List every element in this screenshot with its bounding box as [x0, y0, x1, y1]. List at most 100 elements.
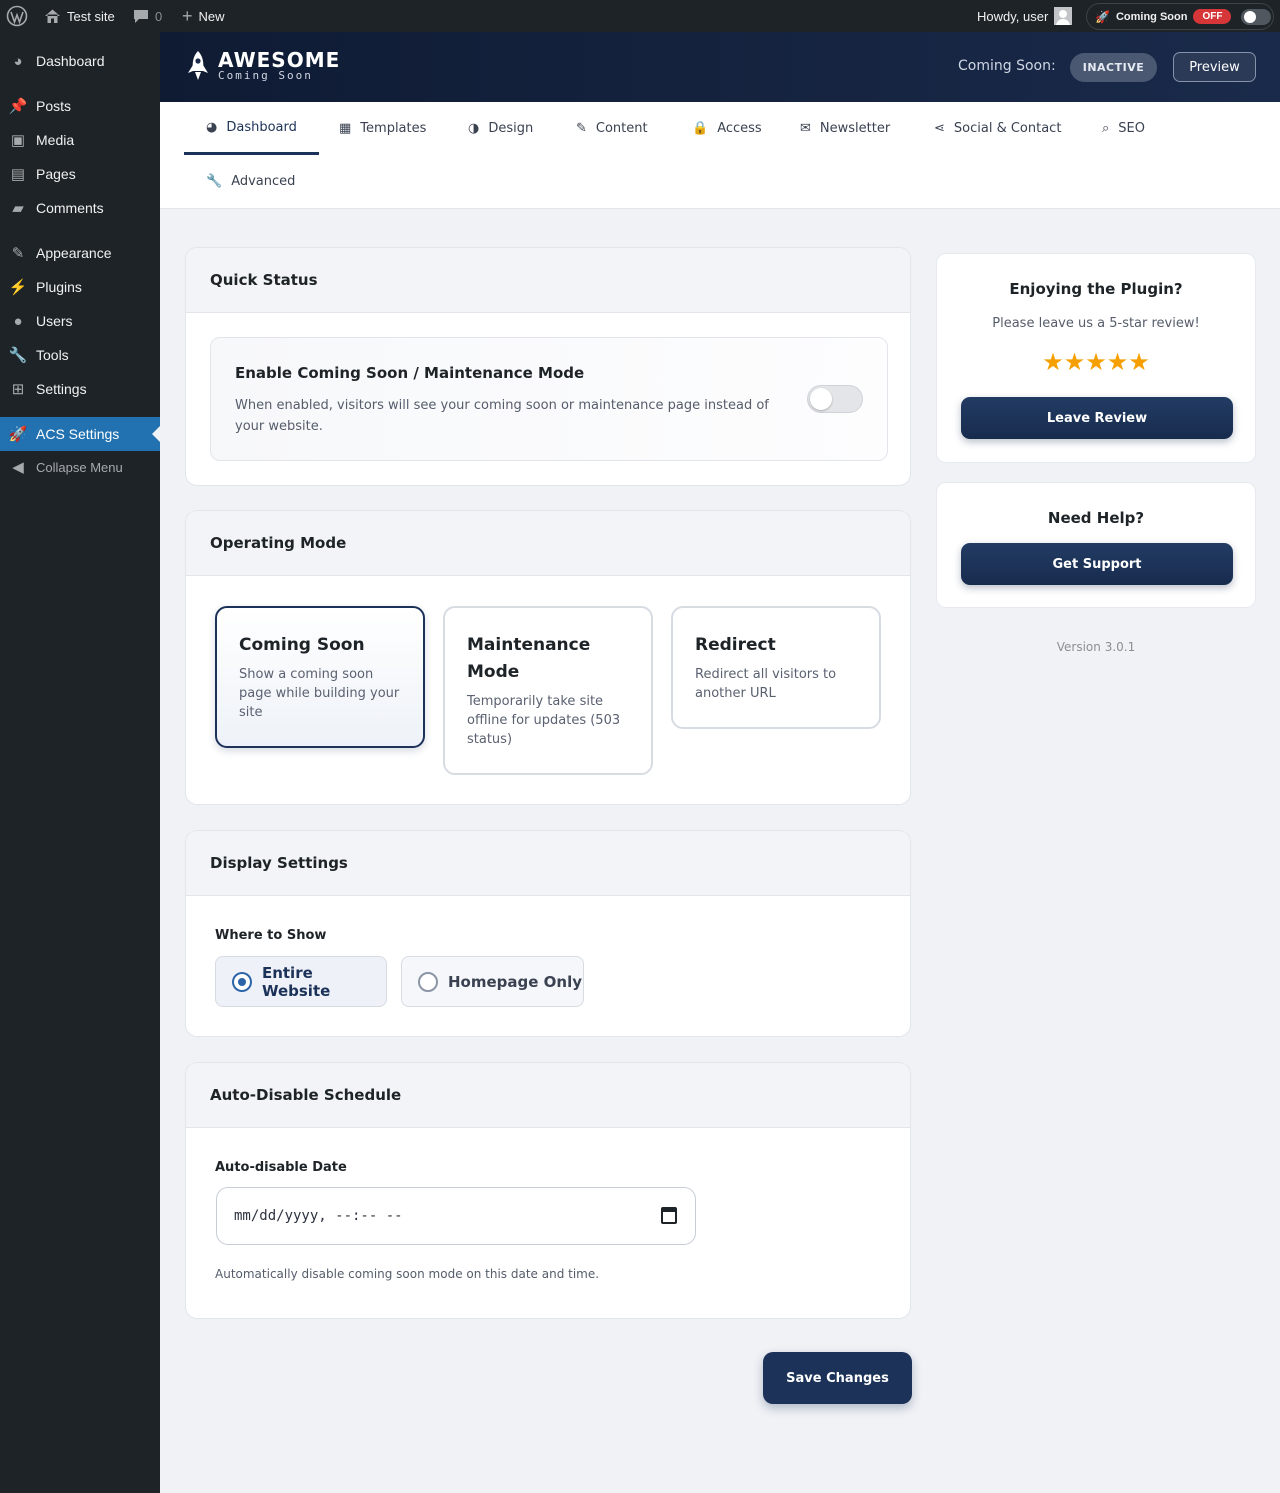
- sidebar-item-users[interactable]: ● Users: [0, 304, 160, 338]
- sidebar-item-acs-settings[interactable]: 🚀 ACS Settings: [0, 417, 160, 451]
- auto-disable-date-input[interactable]: mm/dd/yyyy, --:-- --: [216, 1187, 696, 1245]
- user-account-link[interactable]: Howdy, user: [977, 0, 1073, 32]
- plugin-logo: AWESOME Coming Soon: [186, 50, 340, 82]
- calendar-icon[interactable]: [661, 1207, 677, 1224]
- sidebar-item-pages[interactable]: ▤ Pages: [0, 157, 160, 191]
- wordpress-logo-icon[interactable]: [6, 0, 28, 32]
- grid-icon: ▦: [339, 121, 352, 136]
- radio-circle[interactable]: [418, 971, 438, 992]
- new-content-link[interactable]: + New: [182, 0, 225, 32]
- user-icon: ●: [13, 312, 23, 330]
- pencil-icon: ✎: [576, 121, 587, 136]
- tab-label: Design: [488, 121, 534, 136]
- tab-templates[interactable]: ▦ Templates: [317, 102, 448, 155]
- lock-icon: 🔒: [692, 121, 709, 136]
- quick-status-card: Quick Status Enable Coming Soon / Mainte…: [185, 247, 911, 486]
- display-settings-card: Display Settings Where to Show Entire We…: [185, 830, 911, 1037]
- sidebar-item-label: Posts: [36, 98, 72, 114]
- tab-advanced[interactable]: 🔧 Advanced: [184, 155, 317, 208]
- rocket-icon: 🚀: [8, 426, 28, 443]
- tab-social-contact[interactable]: ⋖ Social & Contact: [912, 102, 1083, 155]
- status-badge: INACTIVE: [1070, 53, 1157, 82]
- tab-label: Dashboard: [226, 119, 297, 135]
- collapse-icon: ◀: [12, 459, 24, 476]
- palette-icon: ◑: [468, 121, 480, 136]
- sidebar-item-posts[interactable]: 📌 Posts: [0, 89, 160, 123]
- comments-count: 0: [155, 8, 163, 24]
- preview-button[interactable]: Preview: [1173, 52, 1256, 82]
- search-icon: ⌕: [1102, 121, 1110, 136]
- tab-access[interactable]: 🔒 Access: [670, 102, 784, 155]
- sidebar-item-label: Comments: [36, 200, 104, 216]
- tab-label: Access: [717, 121, 762, 136]
- sidebar-item-media[interactable]: ▣ Media: [0, 123, 160, 157]
- sidebar-item-settings[interactable]: ⊞ Settings: [0, 372, 160, 406]
- toggle-switch[interactable]: [1241, 8, 1272, 25]
- enable-mode-toggle[interactable]: [807, 385, 863, 413]
- coming-soon-quick-toggle[interactable]: 🚀 Coming Soon OFF: [1086, 3, 1274, 30]
- home-icon: [45, 9, 60, 23]
- sidebar-item-comments[interactable]: ▰ Comments: [0, 191, 160, 225]
- review-card: Enjoying the Plugin? Please leave us a 5…: [936, 253, 1256, 463]
- mode-option-maintenance[interactable]: Maintenance Mode Temporarily take site o…: [443, 606, 653, 775]
- collapse-menu-button[interactable]: ◀ Collapse Menu: [0, 450, 160, 484]
- sidebar-item-appearance[interactable]: ✎ Appearance: [0, 236, 160, 270]
- toggle-title: Enable Coming Soon / Maintenance Mode: [235, 364, 585, 382]
- tab-newsletter[interactable]: ✉ Newsletter: [778, 102, 912, 155]
- get-support-button[interactable]: Get Support: [961, 543, 1233, 585]
- plugin-icon: ⚡: [8, 279, 28, 296]
- avatar: [1054, 7, 1073, 25]
- wrench-icon: 🔧: [206, 174, 223, 189]
- plugin-header: AWESOME Coming Soon Coming Soon: INACTIV…: [160, 32, 1280, 102]
- site-name-link[interactable]: Test site: [44, 0, 115, 32]
- radio-entire-website[interactable]: Entire Website: [215, 956, 387, 1007]
- wrench-icon: 🔧: [8, 347, 28, 364]
- mode-title: Maintenance Mode: [467, 635, 591, 682]
- card-title: Operating Mode: [186, 511, 910, 576]
- coming-soon-status-label: Coming Soon:: [958, 58, 1056, 74]
- admin-bar: Test site 0 + New Howdy, user 🚀 Coming S…: [0, 0, 1280, 32]
- dashboard-icon: ◕: [13, 52, 23, 70]
- sidebar-item-tools[interactable]: 🔧 Tools: [0, 338, 160, 372]
- admin-sidebar: ◕ Dashboard 📌 Posts ▣ Media ▤ Pages ▰ Co…: [0, 32, 160, 1493]
- radio-label: Entire Website: [261, 963, 331, 1000]
- sidebar-item-label: Dashboard: [36, 53, 105, 69]
- help-card: Need Help? Get Support: [936, 482, 1256, 608]
- help-card-title: Need Help?: [1047, 509, 1145, 527]
- mode-title: Coming Soon: [239, 635, 365, 655]
- operating-mode-card: Operating Mode Coming Soon Show a coming…: [185, 510, 911, 805]
- auto-disable-schedule-card: Auto-Disable Schedule Auto-disable Date …: [185, 1062, 911, 1319]
- comment-icon: [134, 9, 148, 23]
- tab-label: Newsletter: [819, 121, 891, 136]
- sidebar-item-label: Pages: [36, 166, 76, 182]
- sidebar-item-dashboard[interactable]: ◕ Dashboard: [0, 44, 160, 78]
- sidebar-item-label: Plugins: [36, 279, 82, 295]
- sidebar-item-label: Users: [36, 313, 73, 329]
- comments-link[interactable]: 0: [133, 0, 162, 32]
- mode-description: Show a coming soon page while building y…: [239, 667, 400, 720]
- tab-seo[interactable]: ⌕ SEO: [1080, 102, 1167, 155]
- tab-content[interactable]: ✎ Content: [554, 102, 670, 155]
- collapse-label: Collapse Menu: [36, 459, 123, 475]
- star-rating-icon: ★★★★★: [1042, 348, 1150, 376]
- card-title: Auto-Disable Schedule: [186, 1063, 910, 1128]
- plugin-version: Version 3.0.1: [1056, 640, 1136, 654]
- review-card-title: Enjoying the Plugin?: [1009, 280, 1183, 298]
- brush-icon: ✎: [11, 245, 25, 262]
- tab-label: SEO: [1118, 121, 1145, 136]
- tab-design[interactable]: ◑ Design: [446, 102, 555, 155]
- leave-review-button[interactable]: Leave Review: [961, 397, 1233, 439]
- mode-option-redirect[interactable]: Redirect Redirect all visitors to anothe…: [671, 606, 881, 729]
- envelope-icon: ✉: [800, 121, 811, 136]
- save-changes-button[interactable]: Save Changes: [763, 1352, 912, 1404]
- settings-icon: ⊞: [11, 381, 25, 398]
- sidebar-item-plugins[interactable]: ⚡ Plugins: [0, 270, 160, 304]
- radio-circle[interactable]: [232, 971, 252, 992]
- status-badge: OFF: [1193, 9, 1232, 24]
- mode-option-coming-soon[interactable]: Coming Soon Show a coming soon page whil…: [215, 606, 425, 748]
- sidebar-item-label: Media: [36, 132, 75, 148]
- radio-homepage-only[interactable]: Homepage Only: [401, 956, 584, 1007]
- howdy-text: Howdy, user: [977, 8, 1049, 24]
- tab-dashboard[interactable]: ◕ Dashboard: [184, 102, 319, 155]
- coming-soon-label: Coming Soon: [1115, 10, 1188, 23]
